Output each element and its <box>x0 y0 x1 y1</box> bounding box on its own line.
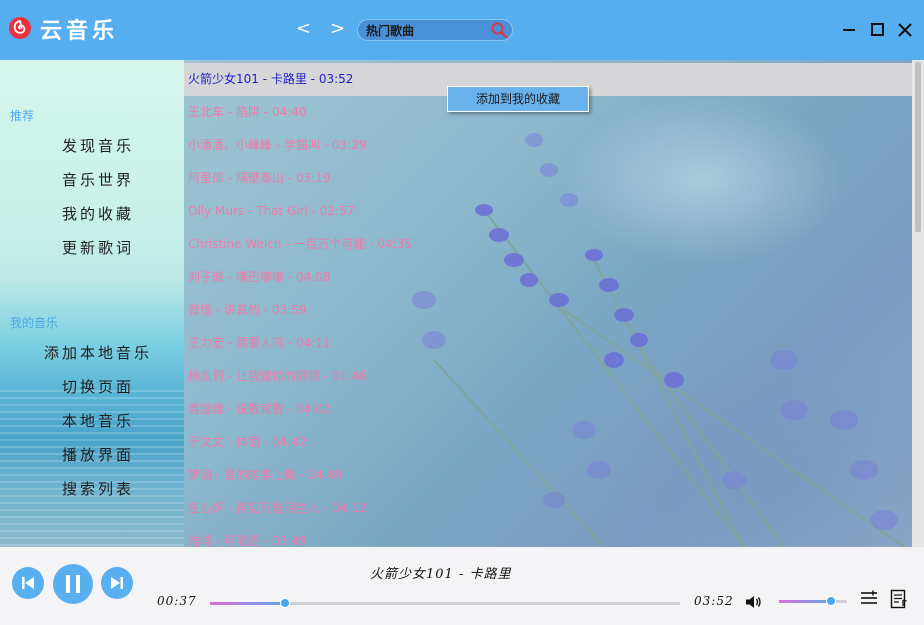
sidebar-item-update-lyrics[interactable]: 更新歌词 <box>62 237 134 258</box>
lyrics-icon[interactable] <box>890 589 908 609</box>
previous-icon <box>22 577 34 589</box>
app-title: 云音乐 <box>40 18 119 44</box>
volume-icon[interactable] <box>745 595 763 609</box>
context-menu: 添加到我的收藏 <box>447 86 589 112</box>
sidebar-item-search-list[interactable]: 搜索列表 <box>62 478 134 499</box>
sidebar-item-add-local-music[interactable]: 添加本地音乐 <box>44 342 152 363</box>
search-box[interactable] <box>357 19 513 41</box>
title-bar: 云音乐 < > <box>0 0 924 60</box>
pause-icon <box>66 575 80 593</box>
maximize-icon[interactable] <box>866 18 890 42</box>
sidebar-item-local-music[interactable]: 本地音乐 <box>62 410 134 431</box>
playlist-icon[interactable] <box>860 590 878 608</box>
volume-knob[interactable] <box>826 596 837 606</box>
total-time: 03:52 <box>694 594 734 608</box>
song-row-9[interactable]: 王力宏 - 需要人陪 - 04:11 <box>184 327 912 360</box>
scrollbar-thumb[interactable] <box>915 62 921 232</box>
add-to-favorites-menu-item[interactable]: 添加到我的收藏 <box>448 87 588 111</box>
sidebar-item-music-world[interactable]: 音乐世界 <box>62 169 134 190</box>
close-icon[interactable] <box>893 18 917 42</box>
next-button[interactable] <box>101 567 133 599</box>
song-row-4[interactable]: 阿里郎 - 隔壁泰山 - 03:19 <box>184 162 912 195</box>
logo-icon <box>9 17 31 39</box>
now-playing-title: 火箭少女101 - 卡路里 <box>370 567 512 582</box>
song-row-13[interactable]: 梦涵 - 爱的故事上集 - 04:49 <box>184 459 912 492</box>
song-row-14[interactable]: 庄心妍 - 再见只是陌生人 - 04:12 <box>184 492 912 525</box>
song-row-12[interactable]: 于文文 - 体面 - 04:42 <box>184 426 912 459</box>
pause-button[interactable] <box>53 564 93 604</box>
search-icon[interactable] <box>490 21 508 39</box>
song-row-8[interactable]: 曾惜 - 讲真的 - 03:59 <box>184 294 912 327</box>
section-recommend: 推荐 <box>10 109 35 123</box>
song-row-6[interactable]: Christine Welch - 一百万个可能 - 04:35 <box>184 228 912 261</box>
song-row-11[interactable]: 袁娅维 - 说散就散 - 04:02 <box>184 393 912 426</box>
sidebar-item-player-view[interactable]: 播放界面 <box>62 444 134 465</box>
song-row-10[interactable]: 杨凯莉 - 让我做你的眼睛 - 01:46 <box>184 360 912 393</box>
volume-fill <box>779 600 832 603</box>
scrollbar[interactable] <box>912 60 924 547</box>
progress-fill <box>210 602 286 605</box>
back-button[interactable]: < <box>296 18 311 39</box>
minimize-icon[interactable] <box>838 18 862 42</box>
search-input[interactable] <box>366 21 486 39</box>
section-my-music: 我的音乐 <box>10 316 59 330</box>
sidebar: 推荐 发现音乐 音乐世界 我的收藏 更新歌词 我的音乐 添加本地音乐 切换页面 … <box>0 60 184 547</box>
forward-button[interactable]: > <box>330 18 345 39</box>
progress-knob[interactable] <box>280 598 291 608</box>
player-bar: 火箭少女101 - 卡路里 00:37 03:52 <box>0 547 924 625</box>
current-time: 00:37 <box>157 594 197 608</box>
song-row-15[interactable]: 浩晴 - 可能否 - 03:49 <box>184 525 912 547</box>
sidebar-item-switch-page[interactable]: 切换页面 <box>62 376 134 397</box>
song-list: 火箭少女101 - 卡路里 - 03:52 王北车 - 陷阱 - 04:40 小… <box>184 60 924 547</box>
next-icon <box>111 577 123 589</box>
song-row-5[interactable]: Olly Murs - That Girl - 02:57 <box>184 195 912 228</box>
sidebar-item-favorites[interactable]: 我的收藏 <box>62 203 134 224</box>
previous-button[interactable] <box>12 567 44 599</box>
song-row-7[interactable]: 刘子璇 - 嘴巴嘟嘟 - 04:08 <box>184 261 912 294</box>
sidebar-item-discover[interactable]: 发现音乐 <box>62 135 134 156</box>
progress-bar[interactable] <box>210 598 680 608</box>
song-row-3[interactable]: 小潘潘、小峰峰 - 学猫叫 - 03:29 <box>184 129 912 162</box>
volume-slider[interactable] <box>779 596 847 606</box>
